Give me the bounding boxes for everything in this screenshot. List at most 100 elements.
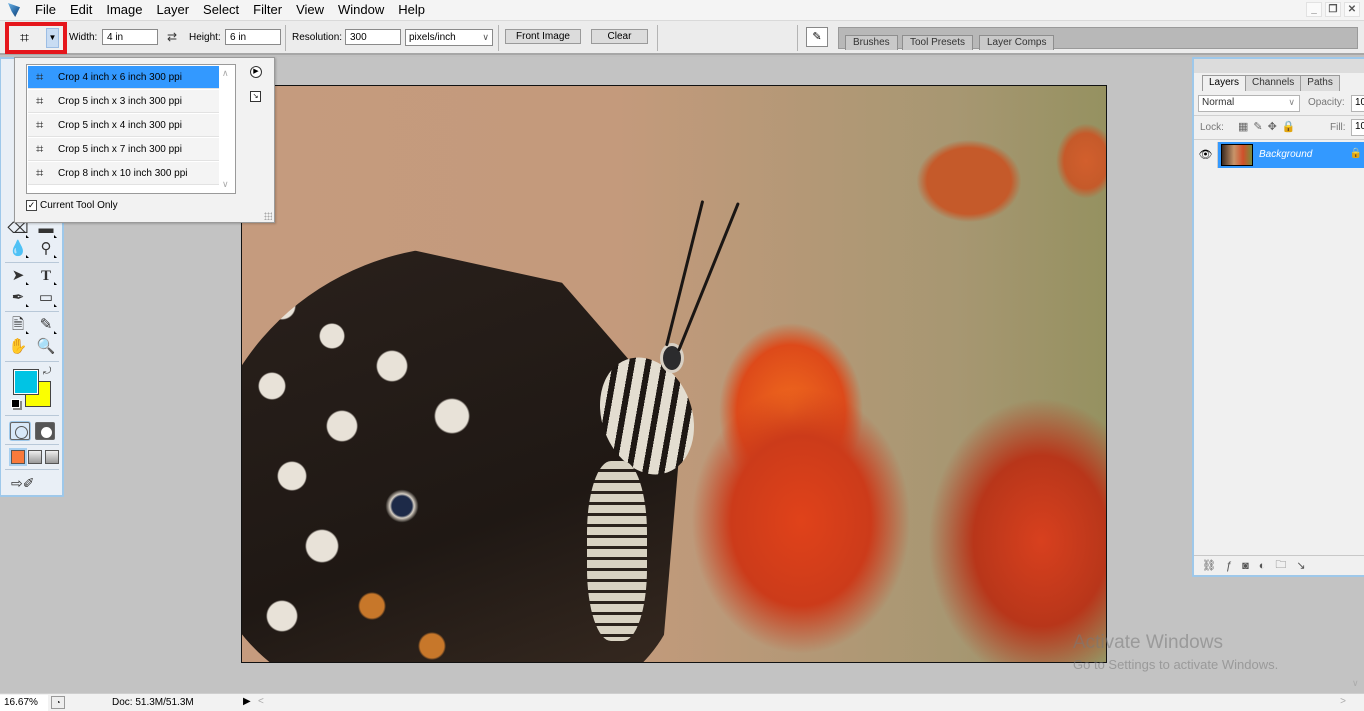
swap-dimensions-icon[interactable]: ⇄ [167, 30, 177, 44]
palette-well-icon[interactable]: ✎ [806, 27, 828, 47]
eyedropper-tool-icon[interactable]: ✎ [35, 315, 57, 335]
status-preview-icon[interactable]: ◔ [51, 696, 65, 709]
document-canvas-butterfly-photo[interactable] [241, 85, 1107, 663]
tab-tool-presets[interactable]: Tool Presets [902, 35, 974, 50]
front-image-button[interactable]: Front Image [505, 29, 581, 44]
quick-mask-mode-button[interactable] [35, 422, 55, 440]
hand-tool-icon[interactable]: ✋ [7, 337, 29, 357]
foreground-color-swatch[interactable] [13, 369, 39, 395]
scroll-right-icon[interactable]: > [1340, 696, 1346, 707]
chevron-down-icon[interactable]: ∨ [222, 179, 229, 190]
preset-item[interactable]: ⌗ Crop 8 inch x 10 inch 300 ppi [28, 162, 219, 185]
preset-item[interactable]: ⌗ Crop 5 inch x 7 inch 300 ppi [28, 138, 219, 161]
jump-to-imageready-icon[interactable]: ⇨✐ [11, 475, 55, 493]
document-size-info: Doc: 51.3M/51.3M [112, 697, 194, 708]
zoom-tool-icon[interactable]: 🔍 [35, 337, 57, 357]
fill-input[interactable]: 100% [1351, 119, 1364, 136]
blend-mode-select[interactable]: Normal ∨ [1198, 95, 1300, 112]
preset-label: Crop 4 inch x 6 inch 300 ppi [58, 71, 182, 83]
tab-brushes[interactable]: Brushes [845, 35, 898, 50]
layer-lock-icon: 🔒 [1349, 148, 1362, 159]
menu-layer[interactable]: Layer [150, 0, 197, 20]
resolution-unit-select[interactable]: pixels/inch ∨ [405, 29, 493, 46]
path-selection-tool-icon[interactable]: ➤ [7, 266, 29, 286]
layer-row-background[interactable]: 👁 Background 🔒 [1194, 142, 1364, 168]
menu-file[interactable]: File [28, 0, 63, 20]
resolution-input[interactable]: 300 [345, 29, 401, 45]
preset-item[interactable]: ⌗ Crop 5 inch x 3 inch 300 ppi [28, 90, 219, 113]
tab-layers[interactable]: Layers [1202, 75, 1247, 91]
layer-style-icon[interactable]: ƒ [1226, 560, 1232, 572]
lock-all-icon[interactable]: 🔒 [1282, 120, 1296, 133]
menu-help[interactable]: Help [391, 0, 432, 20]
menu-view[interactable]: View [289, 0, 331, 20]
default-colors-icon[interactable] [11, 399, 20, 408]
visibility-eye-icon[interactable]: 👁 [1194, 142, 1218, 168]
tab-paths[interactable]: Paths [1300, 75, 1340, 91]
preset-item[interactable]: ⌗ Crop 4 inch x 6 inch 300 ppi [28, 66, 219, 89]
height-label: Height: [189, 32, 221, 43]
layer-name: Background [1259, 149, 1313, 160]
new-layer-icon[interactable]: ↘ [1296, 559, 1305, 572]
menu-filter[interactable]: Filter [246, 0, 289, 20]
current-tool-only-checkbox[interactable]: ✓ [26, 200, 37, 211]
tool-preset-picker-highlight[interactable]: ⌗ ▼ [5, 22, 67, 54]
preset-label: Crop 5 inch x 3 inch 300 ppi [58, 95, 182, 107]
crop-tool-icon: ⌗ [36, 165, 44, 180]
clear-button[interactable]: Clear [591, 29, 648, 44]
preset-picker-dropdown-button[interactable]: ▼ [46, 28, 59, 48]
blur-tool-icon[interactable]: 💧 [7, 239, 29, 259]
zoom-level-field[interactable]: 16.67% [0, 695, 48, 711]
new-group-folder-icon[interactable]: 🗀 [1275, 556, 1286, 575]
full-screen-mode-button[interactable] [45, 450, 59, 464]
photoshop-app-icon[interactable] [6, 1, 24, 19]
lock-transparency-icon[interactable]: ▦ [1238, 120, 1248, 133]
menu-bar: File Edit Image Layer Select Filter View… [0, 0, 1364, 20]
minimize-button[interactable]: _ [1306, 2, 1322, 17]
dodge-tool-icon[interactable]: ⚲ [35, 239, 57, 259]
crop-tool-icon: ⌗ [36, 93, 44, 108]
scroll-left-icon[interactable]: < [258, 696, 264, 707]
layer-thumbnail [1221, 144, 1253, 166]
preset-item[interactable]: ⌗ Crop 5 inch x 4 inch 300 ppi [28, 114, 219, 137]
full-screen-menubar-button[interactable] [28, 450, 42, 464]
menu-window[interactable]: Window [331, 0, 391, 20]
swap-colors-icon[interactable]: ⤾ [43, 366, 51, 377]
preset-list-scrollbar[interactable]: ∧ ∨ [220, 66, 234, 192]
standard-screen-mode-button[interactable] [11, 450, 25, 464]
preset-label: Crop 8 inch x 10 inch 300 ppi [58, 167, 188, 179]
type-tool-icon[interactable]: T [35, 266, 57, 286]
chevron-up-icon[interactable]: ∧ [222, 68, 229, 79]
menu-image[interactable]: Image [99, 0, 149, 20]
layer-mask-icon[interactable]: ◙ [1242, 560, 1249, 572]
tab-channels[interactable]: Channels [1245, 75, 1302, 91]
restore-button[interactable]: ❐ [1325, 2, 1341, 17]
notes-tool-icon[interactable]: 🗎 [7, 315, 29, 335]
adjustment-layer-icon[interactable]: ◐ [1259, 560, 1266, 572]
menu-select[interactable]: Select [196, 0, 246, 20]
link-layers-icon[interactable]: ⛓ [1202, 559, 1216, 572]
close-button[interactable]: ✕ [1344, 2, 1360, 17]
pen-tool-icon[interactable]: ✒ [7, 288, 29, 308]
rectangle-tool-icon[interactable]: ▭ [35, 288, 57, 308]
resize-grip[interactable] [264, 212, 272, 220]
panel-title-bar[interactable] [1194, 59, 1364, 73]
tab-layer-comps[interactable]: Layer Comps [979, 35, 1055, 50]
status-menu-arrow-icon[interactable]: ▶ [243, 696, 251, 707]
width-input[interactable]: 4 in [102, 29, 158, 45]
palette-well: Brushes Tool Presets Layer Comps [838, 27, 1358, 50]
height-input[interactable]: 6 in [225, 29, 281, 45]
fill-label: Fill: [1330, 122, 1346, 133]
divider [5, 262, 59, 263]
standard-mode-button[interactable] [10, 422, 30, 440]
panel-menu-arrow-icon[interactable]: ▶ [250, 66, 262, 78]
opacity-input[interactable]: 100% [1351, 95, 1364, 112]
vertical-scroll-down-icon[interactable]: ∨ [1352, 678, 1359, 689]
lock-label: Lock: [1200, 122, 1224, 133]
lock-image-icon[interactable]: ✎ [1253, 120, 1262, 133]
blend-opacity-row: Normal ∨ Opacity: 100% [1194, 92, 1364, 116]
resolution-unit-value: pixels/inch [409, 32, 456, 43]
lock-position-icon[interactable]: ✥ [1268, 120, 1277, 133]
menu-edit[interactable]: Edit [63, 0, 99, 20]
new-preset-icon[interactable]: ↘ [250, 91, 261, 102]
